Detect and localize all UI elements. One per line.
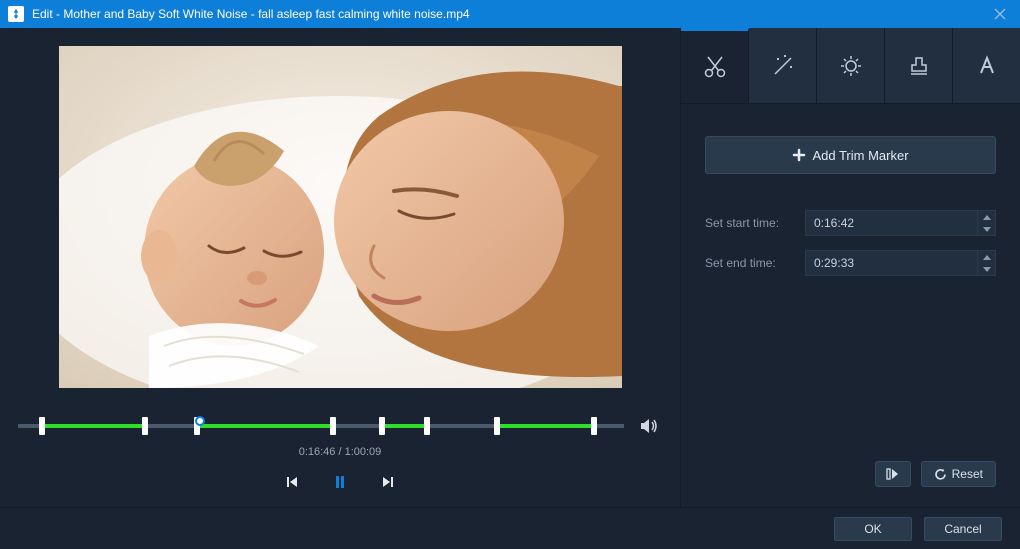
tool-tabs: [681, 28, 1020, 104]
trim-handle-end[interactable]: [330, 417, 336, 435]
chevron-down-icon: [983, 227, 991, 232]
tab-adjust[interactable]: [817, 28, 885, 103]
tab-trim[interactable]: [681, 28, 749, 103]
timeline-segment[interactable]: [382, 424, 427, 428]
preview-pane: 0:16:46 / 1:00:09: [0, 28, 680, 549]
chevron-up-icon: [983, 215, 991, 220]
add-trim-marker-label: Add Trim Marker: [812, 148, 908, 163]
end-time-label: Set end time:: [705, 256, 805, 270]
add-trim-marker-button[interactable]: Add Trim Marker: [705, 136, 996, 174]
plus-icon: [792, 148, 806, 162]
trim-handle-end[interactable]: [424, 417, 430, 435]
close-button[interactable]: [980, 0, 1020, 28]
wand-icon: [770, 53, 796, 79]
total-time: 1:00:09: [345, 446, 382, 458]
start-time-input-wrap: [805, 210, 996, 236]
tab-subtitle[interactable]: [953, 28, 1020, 103]
reset-label: Reset: [952, 467, 983, 481]
timeline-segment[interactable]: [42, 424, 145, 428]
prev-frame-button[interactable]: [282, 472, 302, 492]
trim-handle-start[interactable]: [494, 417, 500, 435]
start-time-up[interactable]: [978, 211, 995, 223]
prev-frame-icon: [285, 475, 299, 489]
start-time-down[interactable]: [978, 223, 995, 235]
time-display: 0:16:46 / 1:00:09: [18, 446, 662, 458]
trim-handle-start[interactable]: [379, 417, 385, 435]
tool-pane: Add Trim Marker Set start time: Set end …: [680, 28, 1020, 549]
end-time-input-wrap: [805, 250, 996, 276]
end-time-up[interactable]: [978, 251, 995, 263]
trim-handle-start[interactable]: [39, 417, 45, 435]
end-time-input[interactable]: [806, 256, 977, 270]
end-time-down[interactable]: [978, 263, 995, 275]
next-frame-icon: [381, 475, 395, 489]
close-icon: [994, 8, 1006, 20]
reset-icon: [934, 468, 947, 481]
current-time: 0:16:46: [299, 446, 336, 458]
tab-watermark[interactable]: [885, 28, 953, 103]
timeline-segment[interactable]: [497, 424, 594, 428]
timeline[interactable]: [18, 422, 624, 430]
playhead[interactable]: [195, 416, 205, 426]
footer: OK Cancel: [0, 507, 1020, 549]
playback-controls: [18, 472, 662, 492]
window-title: Edit - Mother and Baby Soft White Noise …: [32, 7, 980, 21]
text-icon: [974, 53, 1000, 79]
brightness-icon: [838, 53, 864, 79]
trim-handle-end[interactable]: [142, 417, 148, 435]
scissors-icon: [702, 54, 728, 80]
start-time-label: Set start time:: [705, 216, 805, 230]
app-icon: [8, 6, 24, 22]
play-segment-button[interactable]: [875, 461, 911, 487]
trim-handle-end[interactable]: [591, 417, 597, 435]
tab-effects[interactable]: [749, 28, 817, 103]
start-time-input[interactable]: [806, 216, 977, 230]
title-bar: Edit - Mother and Baby Soft White Noise …: [0, 0, 1020, 28]
ok-button[interactable]: OK: [834, 517, 912, 541]
volume-icon: [640, 418, 658, 434]
volume-button[interactable]: [636, 418, 662, 434]
stamp-icon: [906, 53, 932, 79]
reset-button[interactable]: Reset: [921, 461, 996, 487]
play-segment-icon: [886, 468, 900, 480]
cancel-button[interactable]: Cancel: [924, 517, 1002, 541]
end-time-row: Set end time:: [705, 250, 996, 276]
chevron-down-icon: [983, 267, 991, 272]
timeline-segment[interactable]: [197, 424, 333, 428]
start-time-row: Set start time:: [705, 210, 996, 236]
chevron-up-icon: [983, 255, 991, 260]
pause-icon: [333, 475, 347, 489]
video-preview[interactable]: [59, 46, 622, 388]
next-frame-button[interactable]: [378, 472, 398, 492]
play-pause-button[interactable]: [330, 472, 350, 492]
